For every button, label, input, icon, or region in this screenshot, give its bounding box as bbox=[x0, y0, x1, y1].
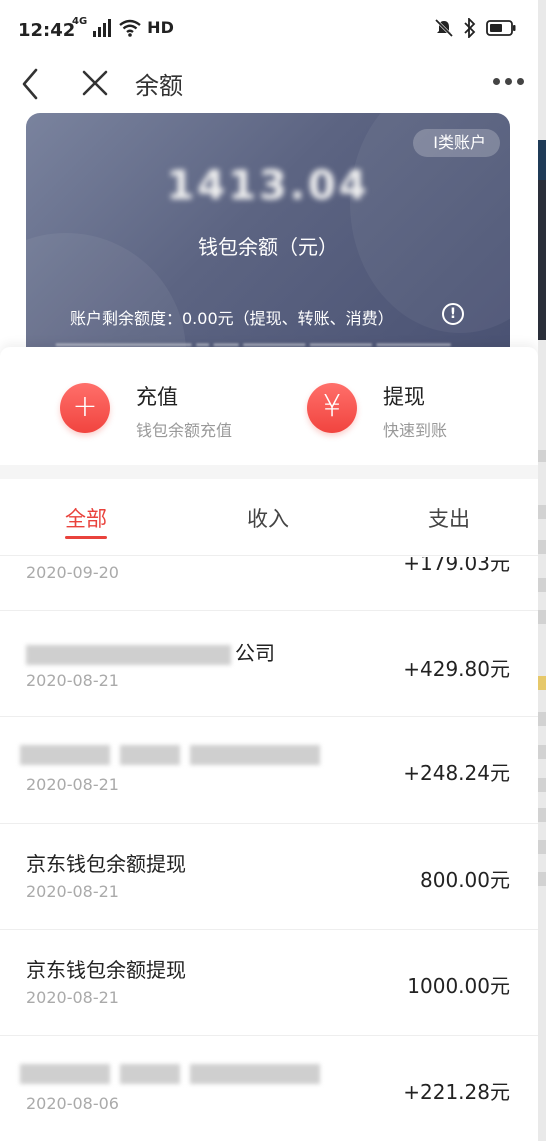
tab-expense[interactable]: 支出 bbox=[428, 503, 470, 533]
withdraw-subtitle: 快速到账 bbox=[383, 421, 448, 440]
transaction-amount: +248.24元 bbox=[403, 761, 510, 785]
tab-income[interactable]: 收入 bbox=[247, 503, 289, 533]
account-type-badge[interactable]: Ⅰ类账户 bbox=[413, 129, 500, 157]
transaction-name: 京东钱包余额提现 bbox=[26, 852, 186, 876]
transaction-list: 2020-09-20 +179.03元 公司 2020-08-21 +429.8… bbox=[0, 557, 538, 1141]
background-fragment bbox=[538, 505, 546, 519]
tab-all[interactable]: 全部 bbox=[65, 503, 107, 533]
close-icon[interactable] bbox=[80, 68, 110, 98]
withdraw-button[interactable]: ¥ 提现 快速到账 bbox=[307, 383, 447, 441]
page-title: 余额 bbox=[135, 72, 183, 100]
background-fragment bbox=[538, 778, 546, 792]
yen-icon: ¥ bbox=[307, 383, 357, 433]
transaction-amount: +221.28元 bbox=[403, 1080, 510, 1104]
background-fragment bbox=[538, 140, 546, 180]
plus-icon: + bbox=[60, 383, 110, 433]
transaction-date: 2020-09-20 bbox=[26, 563, 119, 582]
background-fragment bbox=[538, 540, 546, 554]
transaction-amount: +179.03元 bbox=[403, 557, 510, 575]
action-panel: + 充值 钱包余额充值 ¥ 提现 快速到账 bbox=[0, 347, 538, 465]
wifi-icon bbox=[119, 19, 141, 37]
active-tab-indicator bbox=[65, 536, 107, 539]
remaining-limit-text: 账户剩余额度：0.00元（提现、转账、消费） bbox=[70, 309, 394, 328]
transaction-amount: +429.80元 bbox=[403, 657, 510, 681]
background-fragment bbox=[538, 872, 546, 886]
background-fragment bbox=[538, 578, 546, 592]
transaction-date: 2020-08-21 bbox=[26, 775, 119, 794]
background-fragment bbox=[538, 180, 546, 340]
redacted-text bbox=[26, 644, 231, 665]
redacted-text bbox=[20, 1063, 110, 1084]
background-fragment bbox=[538, 840, 546, 854]
more-menu-icon[interactable] bbox=[493, 78, 524, 85]
background-fragment bbox=[538, 610, 546, 624]
list-item[interactable]: 京东钱包余额提现 2020-08-21 1000.00元 bbox=[0, 930, 538, 1036]
background-app-edge bbox=[538, 0, 546, 1141]
list-item[interactable]: 2020-09-20 +179.03元 bbox=[0, 557, 538, 611]
balance-label: 钱包余额（元） bbox=[198, 235, 338, 259]
transaction-name: 公司 bbox=[26, 637, 275, 666]
bluetooth-icon bbox=[464, 18, 476, 38]
transaction-amount: 800.00元 bbox=[420, 868, 510, 892]
app-screen: 12:42 4G HD 余额 Ⅰ类账户 1413.04 钱包余额（元） 账户剩余… bbox=[0, 0, 538, 1141]
network-indicator: 4G HD bbox=[72, 16, 174, 37]
transaction-name bbox=[20, 1060, 330, 1084]
back-icon[interactable] bbox=[14, 66, 46, 102]
redacted-text bbox=[120, 744, 180, 765]
background-fragment bbox=[538, 450, 546, 462]
balance-card: Ⅰ类账户 1413.04 钱包余额（元） 账户剩余额度：0.00元（提现、转账、… bbox=[26, 113, 510, 353]
network-type: HD bbox=[147, 18, 174, 37]
list-item[interactable]: 京东钱包余额提现 2020-08-21 800.00元 bbox=[0, 824, 538, 930]
signal-label: 4G bbox=[72, 16, 88, 27]
redacted-text bbox=[120, 1063, 180, 1084]
transaction-name bbox=[20, 741, 330, 765]
recharge-title: 充值 bbox=[136, 385, 178, 409]
withdraw-title: 提现 bbox=[383, 385, 425, 409]
balance-amount: 1413.04 bbox=[166, 163, 370, 209]
background-fragment bbox=[538, 808, 546, 822]
battery-icon bbox=[486, 20, 516, 36]
signal-icon bbox=[93, 18, 112, 37]
card-cut-off-row: ▁▁▁▁▁▁▁▁▁▁▁ ▁ ▁▁ ▁▁▁▁▁ ▁▁▁▁▁ ▁▁▁▁▁▁ bbox=[56, 327, 451, 346]
mute-icon bbox=[434, 18, 454, 38]
background-fragment bbox=[538, 712, 546, 726]
status-bar: 12:42 4G HD bbox=[0, 0, 538, 60]
background-fragment bbox=[538, 745, 546, 759]
redacted-text bbox=[190, 1063, 320, 1084]
transaction-name: 京东钱包余额提现 bbox=[26, 958, 186, 982]
transaction-date: 2020-08-21 bbox=[26, 882, 119, 901]
redacted-text bbox=[20, 744, 110, 765]
recharge-button[interactable]: + 充值 钱包余额充值 bbox=[60, 383, 232, 441]
transaction-date: 2020-08-06 bbox=[26, 1094, 119, 1113]
transaction-date: 2020-08-21 bbox=[26, 671, 119, 690]
list-item[interactable]: 2020-08-06 +221.28元 bbox=[0, 1036, 538, 1141]
redacted-text bbox=[190, 744, 320, 765]
status-right-icons bbox=[434, 18, 516, 38]
background-fragment bbox=[538, 676, 546, 690]
status-time: 12:42 bbox=[18, 20, 76, 41]
transaction-date: 2020-08-21 bbox=[26, 988, 119, 1007]
list-item[interactable]: 公司 2020-08-21 +429.80元 bbox=[0, 611, 538, 717]
section-divider bbox=[0, 465, 538, 479]
transaction-amount: 1000.00元 bbox=[407, 974, 510, 998]
list-item[interactable]: 2020-08-21 +248.24元 bbox=[0, 717, 538, 824]
nav-bar: 余额 bbox=[0, 60, 538, 110]
recharge-subtitle: 钱包余额充值 bbox=[136, 421, 233, 440]
transaction-tabs: 全部 收入 支出 bbox=[0, 479, 538, 556]
info-icon[interactable]: ! bbox=[442, 303, 464, 325]
